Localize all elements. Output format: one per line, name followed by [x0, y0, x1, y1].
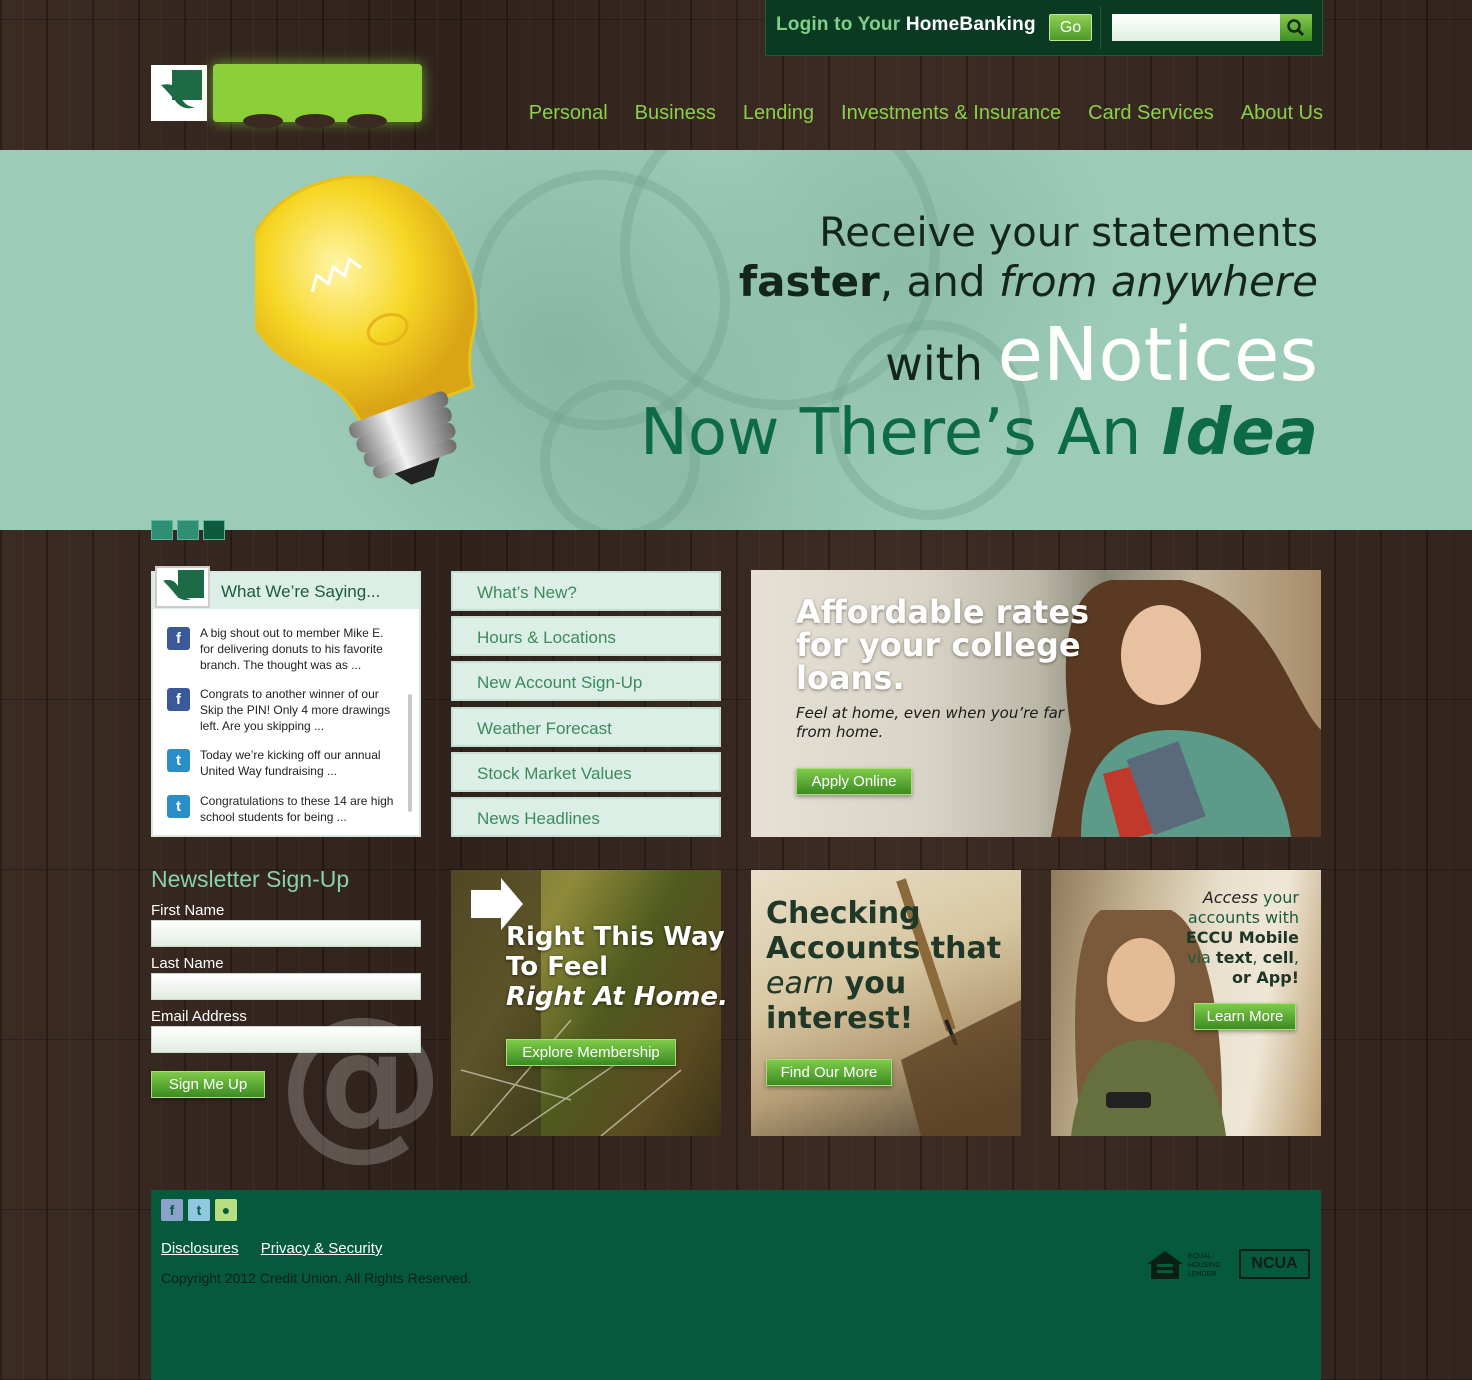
- apply-online-button[interactable]: Apply Online: [796, 768, 912, 795]
- eccu-logo-emblem[interactable]: [151, 65, 207, 121]
- search-button[interactable]: [1280, 14, 1312, 41]
- nav-card-services[interactable]: Card Services: [1088, 102, 1214, 128]
- at-sign-icon: @: [277, 980, 445, 1176]
- social-feed-title: What We’re Saying...: [221, 582, 381, 601]
- newsletter-title: Newsletter Sign-Up: [151, 866, 350, 892]
- checking-ad-title: Checking Accounts that earn you interest…: [766, 896, 1002, 1036]
- svg-text:EQUAL: EQUAL: [1188, 1253, 1212, 1260]
- homebanking-login-label: Login to Your HomeBanking: [776, 14, 1036, 35]
- bird-icon: [163, 580, 192, 601]
- bird-icon: [161, 84, 195, 109]
- nav-investments-insurance[interactable]: Investments & Insurance: [841, 102, 1061, 128]
- social-post[interactable]: t Today we’re kicking off our annual Uni…: [167, 748, 397, 789]
- nav-personal[interactable]: Personal: [529, 102, 608, 128]
- slide-dot-3[interactable]: [203, 520, 225, 540]
- main-nav: Personal Business Lending Investments & …: [500, 102, 1323, 128]
- svg-text:HOUSING: HOUSING: [1188, 1262, 1221, 1269]
- find-out-more-button[interactable]: Find Our More: [766, 1059, 892, 1086]
- disclosures-link[interactable]: Disclosures: [161, 1240, 239, 1257]
- explore-membership-button[interactable]: Explore Membership: [506, 1039, 676, 1066]
- mobile-ad-text: Access your accounts with ECCU Mobile vi…: [1185, 888, 1299, 987]
- quick-link-hours-locations[interactable]: Hours & Locations: [451, 616, 721, 656]
- twitter-icon: t: [167, 749, 190, 772]
- nav-business[interactable]: Business: [635, 102, 716, 128]
- search-input[interactable]: [1112, 14, 1282, 41]
- social-feed-scrollbar[interactable]: [408, 694, 412, 812]
- social-post[interactable]: f A big shout out to member Mike E. for …: [167, 626, 397, 683]
- hero-line-1: Receive your statements: [819, 210, 1318, 256]
- search-icon: [1287, 18, 1305, 36]
- hero-line-3: with eNotices: [885, 312, 1318, 398]
- social-post-text: A big shout out to member Mike E. for de…: [200, 626, 384, 672]
- slide-dot-2[interactable]: [177, 520, 199, 540]
- svg-text:LENDER: LENDER: [1188, 1271, 1216, 1278]
- twitter-icon: t: [167, 795, 190, 818]
- nav-about-us[interactable]: About Us: [1241, 102, 1323, 128]
- sign-me-up-button[interactable]: Sign Me Up: [151, 1071, 265, 1098]
- facebook-icon[interactable]: f: [161, 1199, 183, 1221]
- first-name-label: First Name: [151, 902, 225, 919]
- quick-link-weather[interactable]: Weather Forecast: [451, 707, 721, 747]
- login-go-button[interactable]: Go: [1049, 14, 1092, 41]
- quick-link-news[interactable]: News Headlines: [451, 797, 721, 837]
- quick-link-whats-new[interactable]: What’s New?: [451, 571, 721, 611]
- membership-ad-title: Right This Way To Feel Right At Home.: [506, 922, 728, 1012]
- college-ad-title: Affordable rates for your college loans.: [796, 593, 1090, 697]
- equal-housing-lender-icon: EQUAL HOUSING LENDER: [1147, 1251, 1221, 1279]
- social-post-text: Congratulations to these 14 are high sch…: [200, 794, 394, 824]
- twitter-icon[interactable]: t: [188, 1199, 210, 1221]
- hero-tagline: Now There’s An Idea: [640, 396, 1318, 470]
- social-post-text: Congrats to another winner of our Skip t…: [200, 687, 391, 733]
- social-post[interactable]: t Congratulations to these 14 are high s…: [167, 794, 397, 835]
- copyright-text: Copyright 2012 Credit Union. All Rights …: [161, 1270, 472, 1286]
- learn-more-button[interactable]: Learn More: [1194, 1003, 1296, 1030]
- eccu-logo-wordmark[interactable]: [213, 64, 422, 128]
- social-post-text: Today we’re kicking off our annual Unite…: [200, 748, 381, 778]
- hero-line-2: faster, and from anywhere: [738, 257, 1318, 306]
- email-field[interactable]: [151, 1026, 421, 1053]
- facebook-icon: f: [167, 627, 190, 650]
- privacy-security-link[interactable]: Privacy & Security: [261, 1240, 383, 1257]
- nav-lending[interactable]: Lending: [743, 102, 814, 128]
- last-name-label: Last Name: [151, 955, 224, 972]
- last-name-field[interactable]: [151, 973, 421, 1000]
- first-name-field[interactable]: [151, 920, 421, 947]
- facebook-icon: f: [167, 688, 190, 711]
- eccu-small-logo: [155, 566, 210, 608]
- slider-pager: [151, 520, 225, 540]
- quick-link-new-account[interactable]: New Account Sign-Up: [451, 661, 721, 701]
- lightbulb-icon: [255, 175, 478, 485]
- search-divider: [1100, 6, 1101, 50]
- slide-dot-1[interactable]: [151, 520, 173, 540]
- email-label: Email Address: [151, 1008, 247, 1025]
- quick-link-stock-market[interactable]: Stock Market Values: [451, 752, 721, 792]
- social-post[interactable]: f Congrats to another winner of our Skip…: [167, 687, 397, 744]
- college-ad-subtitle: Feel at home, even when you’re far from …: [796, 704, 1064, 741]
- ncua-badge: NCUA: [1239, 1249, 1310, 1279]
- footer-links: Disclosures Privacy & Security: [161, 1240, 400, 1257]
- chat-icon[interactable]: ●: [215, 1199, 237, 1221]
